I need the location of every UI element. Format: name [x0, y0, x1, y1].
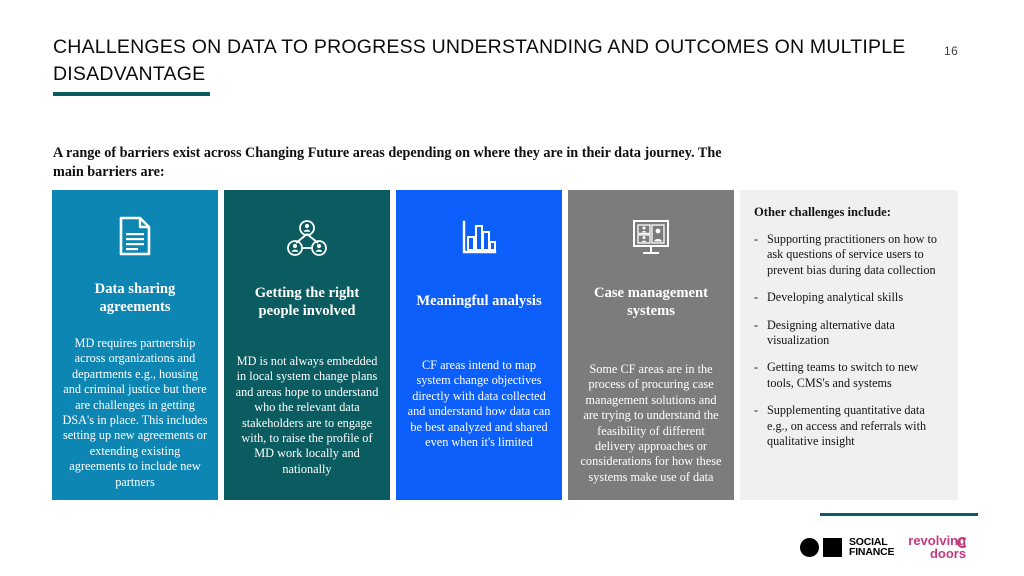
social-finance-line2: FINANCE [849, 546, 895, 558]
revolving-doors-line2: doors [929, 546, 967, 561]
page-number: 16 [944, 44, 959, 58]
square-mark-icon [823, 537, 842, 557]
swirl-icon [957, 536, 969, 548]
card-case-management-systems: Case management systems Some CF areas ar… [568, 190, 734, 500]
bar-chart-icon [460, 212, 498, 264]
slide-header: CHALLENGES ON DATA TO PROGRESS UNDERSTAN… [53, 34, 933, 96]
monitor-people-icon [630, 212, 672, 264]
social-finance-logo: SOCIAL FINANCE [800, 536, 895, 558]
card-body: MD is not always embedded in local syste… [235, 354, 379, 476]
card-title: Meaningful analysis [416, 293, 542, 309]
social-finance-wordmark: SOCIAL FINANCE [849, 536, 895, 558]
other-challenges-panel: Other challenges include: - Supporting p… [740, 190, 958, 500]
card-body: MD requires partnership across organizat… [62, 335, 208, 489]
document-icon [118, 212, 152, 260]
list-item: - Getting teams to switch to new tools, … [754, 360, 944, 391]
bullet-dash: - [754, 403, 759, 418]
list-item: - Developing analytical skills [754, 290, 944, 305]
bullet-dash: - [754, 290, 759, 305]
card-meaningful-analysis: Meaningful analysis CF areas intend to m… [396, 190, 562, 500]
page-title: CHALLENGES ON DATA TO PROGRESS UNDERSTAN… [53, 36, 906, 85]
list-item-label: Supplementing quantitative data e.g., on… [767, 403, 927, 449]
bullet-dash: - [754, 232, 759, 246]
card-title: Getting the right people involved [254, 285, 360, 319]
list-item: - Supporting practitioners on how to ask… [754, 232, 944, 278]
revolving-doors-logo: revolving doors [908, 533, 969, 561]
bullet-dash: - [754, 360, 759, 375]
list-item: - Supplementing quantitative data e.g., … [754, 403, 944, 449]
list-item-label: Getting teams to switch to new tools, CM… [767, 360, 919, 390]
card-body: CF areas intend to map system change obj… [407, 358, 551, 450]
list-item-label: Developing analytical skills [767, 290, 904, 305]
title-underline [53, 92, 210, 96]
footer-divider [820, 513, 978, 516]
list-item-label: Supporting practitioners on how to ask q… [767, 232, 937, 277]
bullet-dash: - [754, 317, 759, 332]
card-title: Case management systems [594, 285, 708, 319]
intro-paragraph: A range of barriers exist across Changin… [53, 145, 722, 180]
card-body: Some CF areas are in the process of proc… [580, 362, 722, 484]
card-data-sharing-agreements: Data sharing agreements MD requires part… [52, 190, 218, 500]
people-network-icon [286, 212, 328, 264]
card-getting-right-people-involved: Getting the right people involved MD is … [224, 190, 390, 500]
footer-logos: SOCIAL FINANCE revolving doors [800, 528, 985, 566]
barriers-card-row: Data sharing agreements MD requires part… [52, 190, 978, 500]
other-challenges-title: Other challenges include: [754, 205, 891, 219]
circle-mark-icon [800, 537, 819, 557]
card-title: Data sharing agreements [94, 280, 176, 315]
list-item-label: Designing alternative data visualization [767, 317, 895, 348]
list-item: - Designing alternative data visualizati… [754, 318, 944, 349]
